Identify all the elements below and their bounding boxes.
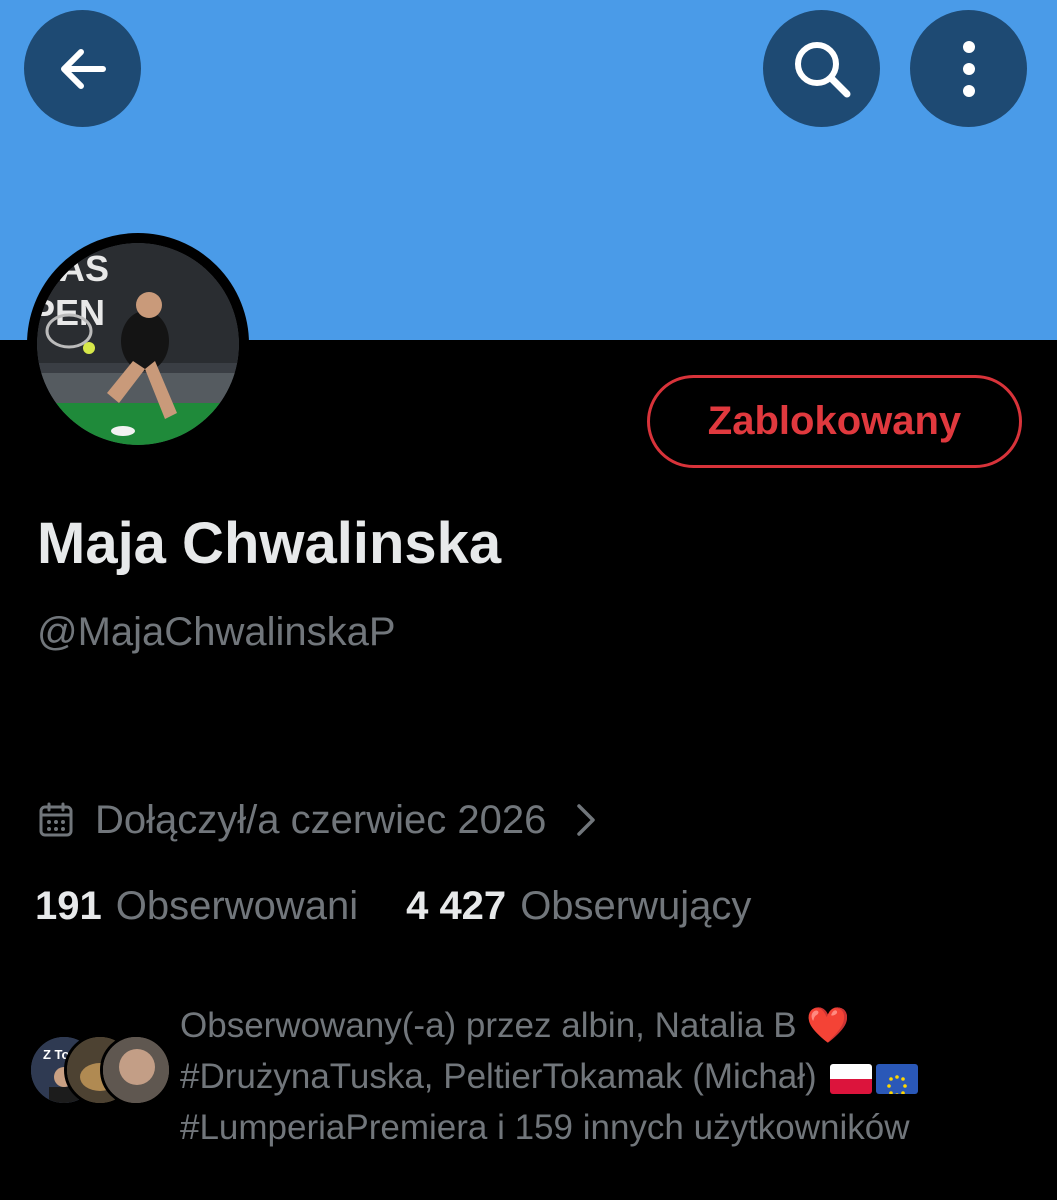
follower-avatar-3 bbox=[100, 1034, 172, 1106]
joined-date-text: Dołączył/a czerwiec 2026 bbox=[95, 797, 547, 842]
following-stat[interactable]: 191 Obserwowani bbox=[35, 884, 358, 929]
followers-label: Obserwujący bbox=[520, 884, 752, 928]
search-button[interactable] bbox=[763, 10, 880, 127]
followed-by-line-2: #DrużynaTuska, PeltierTokamak (Michał) bbox=[180, 1057, 827, 1096]
following-label: Obserwowani bbox=[115, 884, 359, 928]
calendar-icon bbox=[39, 802, 73, 837]
following-count: 191 bbox=[35, 884, 102, 928]
follow-stats: 191 Obserwowani 4 427 Obserwujący bbox=[35, 884, 751, 929]
followers-count: 4 427 bbox=[406, 884, 507, 928]
followed-by-line-3: #LumperiaPremiera i 159 innych użytkowni… bbox=[180, 1108, 910, 1147]
back-button[interactable] bbox=[24, 10, 141, 127]
more-options-button[interactable] bbox=[910, 10, 1027, 127]
user-handle: @MajaChwalinskaP bbox=[37, 610, 396, 654]
followed-by-text: Obserwowany(-a) przez albin, Natalia B ❤… bbox=[180, 1000, 1040, 1153]
more-vertical-icon bbox=[962, 40, 975, 97]
followed-by-avatars: Z Tobą bbox=[28, 1034, 172, 1106]
blocked-button-label: Zablokowany bbox=[707, 399, 962, 443]
joined-date-row[interactable]: Dołączył/a czerwiec 2026 bbox=[37, 790, 596, 850]
search-icon bbox=[794, 41, 850, 97]
poland-flag-icon bbox=[830, 1063, 873, 1094]
avatar-photo: RAS PEN bbox=[37, 243, 239, 445]
blocked-button[interactable]: Zablokowany bbox=[647, 375, 1022, 468]
profile-avatar[interactable]: RAS PEN bbox=[27, 233, 249, 455]
chevron-right-icon bbox=[577, 804, 596, 836]
followers-stat[interactable]: 4 427 Obserwujący bbox=[406, 884, 751, 929]
heart-emoji: ❤️ bbox=[806, 1006, 850, 1045]
followed-by-line-1: Obserwowany(-a) przez albin, Natalia B bbox=[180, 1006, 807, 1045]
eu-flag-icon bbox=[876, 1063, 919, 1094]
arrow-left-icon bbox=[60, 48, 106, 89]
display-name: Maja Chwalinska bbox=[37, 511, 502, 576]
